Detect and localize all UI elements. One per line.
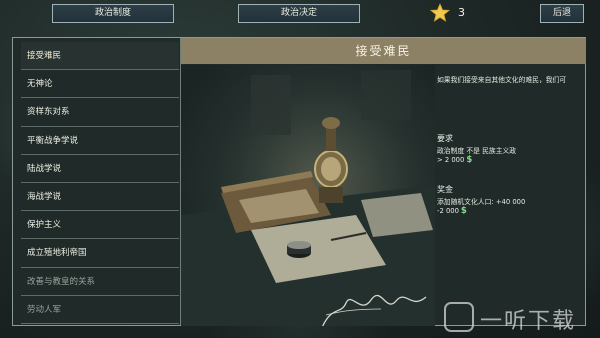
- reward-cost: -2 000: [437, 207, 459, 215]
- requirement-cost-row: > 2 000 $: [437, 155, 472, 165]
- reward-line: 添加随机文化人口: +40 000: [437, 198, 526, 206]
- decision-list: 接受难民 无神论 资样东对系 平衡战争学说 陆战学说 海战学说 保护主义 成立殖…: [21, 42, 179, 324]
- reward-cost-row: -2 000 $: [437, 206, 467, 216]
- list-item[interactable]: 成立殖地利帝国: [21, 239, 179, 268]
- requirement-cost: > 2 000: [437, 156, 465, 164]
- star-icon: [429, 2, 451, 23]
- money-icon: $: [466, 155, 473, 165]
- decision-description: 如果我们接受来自其他文化的难民，我们可: [437, 76, 567, 84]
- decision-illustration: [181, 65, 435, 326]
- list-item[interactable]: 接受难民: [21, 42, 179, 71]
- watermark-text: 一听下载: [480, 309, 577, 334]
- requirements-title: 要求: [437, 134, 453, 143]
- list-item[interactable]: 无神论: [21, 70, 179, 99]
- decision-title: 接受难民: [181, 38, 586, 64]
- watermark-logo-icon: [444, 302, 474, 332]
- policies-button[interactable]: 政治制度: [52, 4, 174, 23]
- list-item[interactable]: 平衡战争学说: [21, 127, 179, 155]
- list-item[interactable]: 改善与教皇的关系: [21, 268, 179, 296]
- list-item[interactable]: 劳动人军: [21, 296, 179, 324]
- list-item[interactable]: 海战学说: [21, 183, 179, 212]
- list-item[interactable]: 陆战学说: [21, 155, 179, 183]
- list-item[interactable]: 资样东对系: [21, 98, 179, 127]
- decision-panel: 接受难民 无神论 资样东对系 平衡战争学说 陆战学说 海战学说 保护主义 成立殖…: [12, 37, 586, 326]
- money-icon: $: [460, 206, 467, 216]
- watermark: 一听下载: [444, 300, 594, 334]
- star-count: 3: [458, 6, 465, 19]
- decisions-button[interactable]: 政治决定: [238, 4, 360, 23]
- list-item[interactable]: 保护主义: [21, 211, 179, 240]
- requirement-line: 政治制度 不是 民族主义政: [437, 147, 517, 155]
- rewards-title: 奖金: [437, 185, 453, 194]
- back-button[interactable]: 后退: [540, 4, 584, 23]
- decision-info: 如果我们接受来自其他文化的难民，我们可 要求 政治制度 不是 民族主义政 > 2…: [436, 65, 586, 326]
